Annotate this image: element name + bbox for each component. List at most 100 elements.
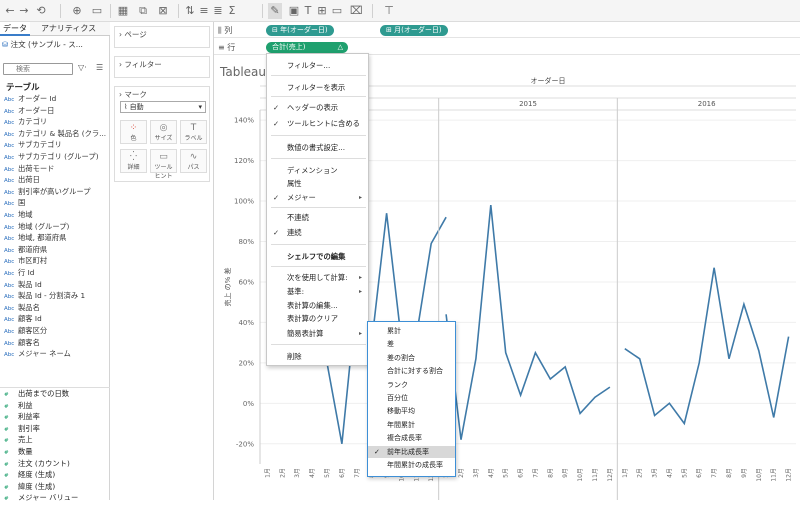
field-item[interactable]: Abc 出荷モード	[0, 163, 110, 175]
tab-analytics[interactable]: アナリティクス	[38, 22, 99, 36]
detail-button[interactable]: ⁛ 詳細	[120, 149, 147, 173]
sum-icon[interactable]: Σ	[226, 3, 238, 19]
context-menu-item[interactable]: 基準: ▸	[267, 286, 368, 298]
measure-item[interactable]: # 出荷までの日数	[0, 388, 110, 400]
field-item[interactable]: Abc オーダー日	[0, 105, 110, 117]
filter-icon[interactable]: ▽·	[78, 63, 87, 72]
context-menu-item[interactable]: ディメンション	[267, 165, 368, 177]
sort-asc-icon[interactable]: ≡	[198, 3, 210, 19]
submenu-item[interactable]: 移動平均	[368, 405, 455, 417]
field-item[interactable]: Abc 行 Id	[0, 267, 110, 279]
save-icon[interactable]: ▭	[90, 3, 104, 19]
measure-item[interactable]: # メジャー バリュー	[0, 492, 110, 504]
present-icon[interactable]: ⊤	[382, 3, 396, 19]
submenu-item[interactable]: 累計	[368, 325, 455, 337]
measure-item[interactable]: # 割引率	[0, 423, 110, 435]
color-button[interactable]: ⁘ 色	[120, 120, 147, 144]
submenu-item[interactable]: 年間累計の成長率	[368, 459, 455, 471]
back-icon[interactable]: ←	[4, 3, 16, 19]
duplicate-icon[interactable]: ⧉	[136, 3, 150, 19]
context-menu-item[interactable]: ✓ ヘッダーの表示	[267, 102, 368, 114]
context-menu-item[interactable]: フィルターを表示	[267, 82, 368, 94]
context-menu-item[interactable]: シェルフでの編集	[267, 251, 368, 263]
context-menu-item[interactable]: 数値の書式設定...	[267, 142, 368, 154]
field-item[interactable]: Abc 製品名	[0, 302, 110, 314]
field-item[interactable]: Abc サブカテゴリ	[0, 139, 110, 151]
submenu-item[interactable]: 百分位	[368, 392, 455, 404]
field-item[interactable]: Abc オーダー Id	[0, 93, 110, 105]
context-menu-item[interactable]: 表計算のクリア	[267, 313, 368, 325]
field-label: 地域 (グループ)	[18, 221, 70, 231]
submenu-item[interactable]: 差の割合	[368, 352, 455, 364]
field-item[interactable]: Abc 市区町村	[0, 255, 110, 267]
measure-item[interactable]: # 利益率	[0, 411, 110, 423]
measure-item[interactable]: # 売上	[0, 434, 110, 446]
context-menu-item[interactable]: 簡易表計算 ▸	[267, 328, 368, 340]
field-item[interactable]: Abc カテゴリ & 製品名 (クラ...	[0, 128, 110, 140]
submenu-item[interactable]: 差	[368, 338, 455, 350]
submenu-item[interactable]: ランク	[368, 379, 455, 391]
measure-item[interactable]: # 数量	[0, 446, 110, 458]
forward-icon[interactable]: →	[18, 3, 30, 19]
clear-icon[interactable]: ⊠	[156, 3, 170, 19]
context-menu-item[interactable]: 次を使用して計算: ▸	[267, 272, 368, 284]
submenu-item[interactable]: 複合成長率	[368, 432, 455, 444]
submenu-item[interactable]: 合計に対する割合	[368, 365, 455, 377]
group-icon[interactable]: ▣	[288, 3, 300, 19]
tooltip-button[interactable]: ▭ ツール ヒント	[150, 149, 177, 180]
field-item[interactable]: Abc 出荷日	[0, 174, 110, 186]
field-item[interactable]: Abc 製品 Id - 分割済み 1	[0, 290, 110, 302]
columns-pill-month[interactable]: ⊞ 月(オーダー日)	[380, 25, 448, 36]
label-icon[interactable]: T	[302, 3, 314, 19]
list-view-icon[interactable]: ☰	[96, 63, 103, 72]
context-menu-item[interactable]: ✓ メジャー ▸	[267, 192, 368, 204]
new-sheet-icon[interactable]: ▦	[116, 3, 130, 19]
fix-axes-icon[interactable]: ⌧	[350, 3, 363, 19]
submenu-item[interactable]: ✓ 前年比成長率	[368, 445, 455, 458]
field-item[interactable]: Abc 顧客区分	[0, 325, 110, 337]
swap-icon[interactable]: ⇅	[184, 3, 196, 19]
field-item[interactable]: Abc 製品 Id	[0, 279, 110, 291]
columns-pill-year[interactable]: ⊟ 年(オーダー日)	[266, 25, 334, 36]
pages-card[interactable]: › ページ	[114, 26, 210, 48]
field-item[interactable]: Abc 割引率が高いグループ	[0, 186, 110, 198]
label-button[interactable]: T ラベル	[180, 120, 207, 144]
field-item[interactable]: Abc 地域, 都道府県	[0, 232, 110, 244]
path-button[interactable]: ∿ パス	[180, 149, 207, 173]
context-menu-item[interactable]: 不連続	[267, 212, 368, 224]
field-item[interactable]: Abc 都道府県	[0, 244, 110, 256]
tab-data[interactable]: データ	[0, 22, 30, 36]
rows-pill-sales[interactable]: 合計(売上) △	[266, 42, 348, 53]
context-menu-item[interactable]: 表計算の編集...	[267, 300, 368, 312]
field-item[interactable]: Abc 顧客名	[0, 337, 110, 349]
context-menu-item[interactable]: フィルター...	[267, 60, 368, 72]
measure-item[interactable]: # 注文 (カウント)	[0, 458, 110, 470]
highlight-icon[interactable]: ✎	[268, 3, 282, 19]
columns-shelf[interactable]: ⫼ 列 ⊟ 年(オーダー日) ⊞ 月(オーダー日)	[214, 22, 800, 38]
context-menu-item[interactable]: 属性	[267, 178, 368, 190]
field-item[interactable]: Abc カテゴリ	[0, 116, 110, 128]
new-datasource-icon[interactable]: ⊕	[70, 3, 84, 19]
field-item[interactable]: Abc 地域 (グループ)	[0, 221, 110, 233]
datasource-name[interactable]: ⛁ 注文 (サンプル - ス...	[2, 39, 108, 51]
search-input[interactable]	[3, 63, 73, 75]
field-item[interactable]: Abc メジャー ネーム	[0, 348, 110, 360]
measure-item[interactable]: # 経度 (生成)	[0, 469, 110, 481]
filters-card[interactable]: › フィルター	[114, 56, 210, 78]
marks-type-select[interactable]: ⌇ 自動 ▾	[120, 101, 206, 113]
field-item[interactable]: Abc サブカテゴリ (グループ)	[0, 151, 110, 163]
context-menu-item[interactable]: ✓ ツールヒントに含める	[267, 118, 368, 130]
context-menu-item[interactable]: 削除	[267, 351, 368, 363]
format-icon[interactable]: ⊞	[316, 3, 328, 19]
redo-icon[interactable]: ⟲	[34, 3, 48, 19]
measure-item[interactable]: # 利益	[0, 400, 110, 412]
measure-item[interactable]: # 緯度 (生成)	[0, 481, 110, 493]
field-item[interactable]: Abc 国	[0, 197, 110, 209]
field-item[interactable]: Abc 地域	[0, 209, 110, 221]
submenu-item[interactable]: 年間累計	[368, 419, 455, 431]
size-button[interactable]: ◎ サイズ	[150, 120, 177, 144]
field-item[interactable]: Abc 顧客 Id	[0, 313, 110, 325]
context-menu-item[interactable]: ✓ 連続	[267, 227, 368, 239]
fit-icon[interactable]: ▭	[330, 3, 344, 19]
sort-desc-icon[interactable]: ≣	[212, 3, 224, 19]
